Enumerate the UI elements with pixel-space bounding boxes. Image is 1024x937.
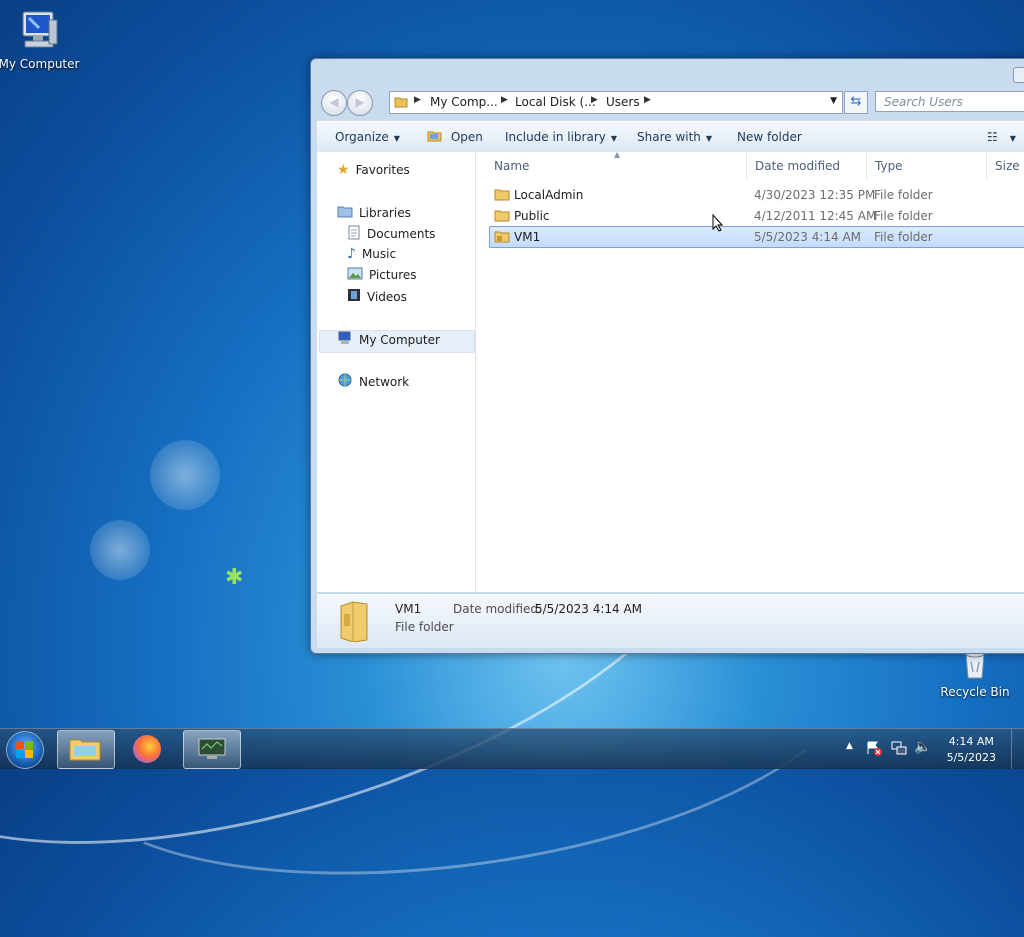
chevron-right-icon[interactable]: ▶ [591,95,598,105]
file-list: ▲ Name Date modified Type Size LocalAdmi… [476,150,1024,592]
show-desktop-button[interactable] [1011,729,1024,769]
taskbar-app-button[interactable] [183,730,241,769]
file-row-public[interactable]: Public 4/12/2011 12:45 AM File folder [490,206,1024,226]
show-hidden-icons-button[interactable]: ▲ [846,741,853,751]
breadcrumb-my-computer[interactable]: My Comp... [430,95,498,109]
documents-icon [347,225,361,243]
taskbar-firefox-button[interactable] [120,730,176,767]
taskbar-explorer-button[interactable] [57,730,115,769]
nav-item-favorites[interactable]: ★ Favorites [337,162,410,178]
mouse-cursor-icon [712,213,724,235]
nav-item-network[interactable]: Network [337,373,409,390]
view-icon: ☷ [987,130,998,144]
chevron-right-icon[interactable]: ▶ [501,95,508,105]
open-button[interactable]: Open [427,130,483,144]
locked-folder-icon [494,229,510,246]
folder-icon [494,208,510,225]
view-options-button[interactable]: ☷ ▼ [987,130,1016,144]
nav-item-my-computer[interactable]: My Computer [337,331,440,348]
start-button[interactable] [6,731,44,769]
computer-icon [0,10,80,55]
file-row-localadmin[interactable]: LocalAdmin 4/30/2023 12:35 PM File folde… [490,185,1024,205]
firefox-icon [133,735,161,763]
column-header-date-modified[interactable]: Date modified [755,159,840,173]
search-input[interactable]: Search Users [875,91,1024,112]
desktop-icon-label: My Computer [0,57,80,71]
network-icon [337,373,353,390]
address-bar[interactable]: ▶ My Comp... ▶ Local Disk (... ▶ Users ▶… [389,91,843,114]
sort-indicator-icon: ▲ [614,150,621,159]
refresh-icon: ⇆ [850,94,862,109]
column-header-name[interactable]: Name [494,159,529,173]
libraries-icon [337,204,353,221]
pictures-icon [347,267,363,283]
breadcrumb-users[interactable]: Users [606,95,640,109]
monitor-app-icon [197,737,227,764]
navigation-pane: ★ Favorites Libraries Documents ♪ Music … [317,152,476,592]
forward-button[interactable]: ▶ [347,90,373,116]
column-divider[interactable] [866,152,867,180]
folder-icon [394,95,408,112]
column-divider[interactable] [746,152,747,180]
explorer-window: ◀ ▶ ▶ My Comp... ▶ Local Disk (... ▶ Use… [310,58,1024,654]
details-date-value: 5/5/2023 4:14 AM [535,602,643,616]
share-with-button[interactable]: Share with ▼ [637,130,712,144]
new-folder-button[interactable]: New folder [737,130,802,144]
nav-item-pictures[interactable]: Pictures [347,267,417,283]
breadcrumb-local-disk[interactable]: Local Disk (... [515,95,596,109]
open-folder-icon [427,130,447,144]
clock-time: 4:14 AM [948,735,994,748]
back-button[interactable]: ◀ [321,90,347,116]
navigation-bar: ◀ ▶ ▶ My Comp... ▶ Local Disk (... ▶ Use… [319,89,1024,117]
taskbar: ▲ 🔈 4:14 AM 5/5/2023 [0,728,1024,769]
windows-logo-icon [16,741,33,758]
nav-item-music[interactable]: ♪ Music [347,246,396,262]
volume-icon[interactable]: 🔈 [914,739,931,755]
refresh-button[interactable]: ⇆ [844,91,868,114]
column-divider[interactable] [986,152,987,180]
details-type: File folder [395,620,454,634]
nav-item-documents[interactable]: Documents [347,225,435,243]
details-date-label: Date modified: [453,602,543,616]
desktop-icon-my-computer[interactable]: My Computer [0,10,80,71]
action-center-icon[interactable] [866,740,882,759]
network-status-icon[interactable] [891,740,907,759]
column-header-size[interactable]: Size [995,159,1020,173]
folder-icon [494,187,510,204]
file-row-vm1[interactable]: VM1 5/5/2023 4:14 AM File folder [489,226,1024,248]
computer-icon [337,331,353,348]
desktop-icon-label: Recycle Bin [940,685,1010,699]
include-in-library-button[interactable]: Include in library ▼ [505,130,617,144]
nav-item-libraries[interactable]: Libraries [337,204,411,221]
wallpaper-flag: ✱ [225,565,244,590]
clock[interactable]: 4:14 AM 5/5/2023 [947,734,996,766]
desktop-icon-recycle-bin[interactable]: Recycle Bin [934,648,1016,699]
explorer-icon [68,736,102,765]
nav-item-videos[interactable]: Videos [347,288,407,305]
details-name: VM1 [395,602,422,616]
wallpaper-glow [90,520,150,580]
chevron-down-icon[interactable]: ▼ [830,96,837,106]
chevron-right-icon[interactable]: ▶ [644,95,651,105]
details-pane: VM1 File folder Date modified: 5/5/2023 … [317,593,1024,648]
window-control-button[interactable] [1013,67,1024,83]
organize-button[interactable]: Organize ▼ [335,130,400,144]
wallpaper-glow [150,440,220,510]
clock-date: 5/5/2023 [946,751,996,764]
large-folder-icon [339,600,369,645]
music-icon: ♪ [347,246,356,262]
videos-icon [347,288,361,305]
chevron-right-icon[interactable]: ▶ [414,95,421,105]
column-header-type[interactable]: Type [875,159,903,173]
command-bar: Organize ▼ Open Include in library ▼ Share… [317,121,1024,152]
star-icon: ★ [337,162,350,178]
